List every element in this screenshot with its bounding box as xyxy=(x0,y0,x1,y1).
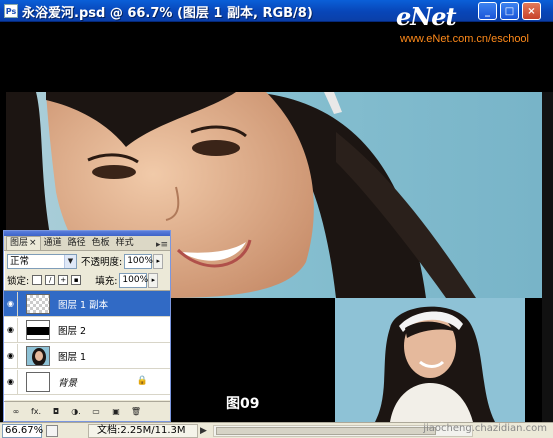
inset-drawing xyxy=(335,298,525,422)
photoshop-icon: Ps xyxy=(4,4,18,18)
status-bar: 66.67% 文档:2.25M/11.3M ▶ jiaocheng.chazid… xyxy=(0,422,553,438)
enet-logo: eNet xyxy=(396,2,457,31)
site-watermark: jiaocheng.chazidian.com xyxy=(423,423,547,434)
document-info: 文档:2.25M/11.3M xyxy=(88,423,198,438)
eye-icon[interactable]: ◉ xyxy=(4,291,18,316)
zoom-field[interactable]: 66.67% xyxy=(2,423,43,438)
tab-paths[interactable]: 路径 xyxy=(65,237,89,250)
layers-panel: 图层× 通道 路径 色板 样式 ▸≡ 正常 ▼ 不透明度: 100% ▸ 锁定:… xyxy=(3,230,171,422)
new-layer-icon[interactable]: ▣ xyxy=(108,405,124,419)
layer-name: 背景 xyxy=(58,377,78,389)
status-preview-icon[interactable] xyxy=(46,424,58,437)
lock-pixels-icon[interactable]: / xyxy=(45,275,56,285)
blend-mode-value: 正常 xyxy=(10,255,30,267)
figure-label: 图09 xyxy=(226,396,260,412)
fill-label: 填充: xyxy=(95,276,118,287)
layer-row[interactable]: ◉ 图层 1 副本 xyxy=(4,291,170,317)
layer-row[interactable]: ◉ 图层 1 xyxy=(4,343,170,369)
opacity-field[interactable]: 100% xyxy=(124,253,153,269)
eye-icon[interactable]: ◉ xyxy=(4,369,18,394)
vertical-scrollbar[interactable] xyxy=(542,92,553,422)
opacity-slider-button[interactable]: ▸ xyxy=(153,253,164,269)
layer-style-icon[interactable]: fx. xyxy=(28,405,44,419)
layer-thumbnail xyxy=(26,371,50,392)
new-group-icon[interactable]: ▭ xyxy=(88,405,104,419)
layer-name: 图层 1 副本 xyxy=(58,299,109,311)
layer-thumbnail xyxy=(26,293,50,314)
lock-all-icon[interactable]: ▪ xyxy=(71,275,82,285)
tab-swatches[interactable]: 色板 xyxy=(89,237,113,250)
link-layers-icon[interactable]: ∞ xyxy=(8,405,24,419)
lock-position-icon[interactable]: + xyxy=(58,275,69,285)
tab-styles[interactable]: 样式 xyxy=(113,237,137,250)
tab-close-icon[interactable]: × xyxy=(29,238,37,248)
chevron-down-icon: ▼ xyxy=(64,254,76,268)
panel-footer: ∞ fx. ◘ ◑. ▭ ▣ 🗑 xyxy=(4,401,170,421)
layer-mask-icon[interactable]: ◘ xyxy=(48,405,64,419)
layers-list: ◉ 图层 1 副本 ◉ 图层 2 ◉ 图层 1 ◉ 背景 🔒 xyxy=(4,290,170,400)
inset-portrait-photo xyxy=(335,298,525,422)
panel-menu-icon[interactable]: ▸≡ xyxy=(156,240,168,250)
status-menu-arrow[interactable]: ▶ xyxy=(200,426,207,436)
tab-channels[interactable]: 通道 xyxy=(41,237,65,250)
opacity-label: 不透明度: xyxy=(81,257,123,268)
blend-mode-select[interactable]: 正常 ▼ xyxy=(7,253,77,269)
layer-name: 图层 2 xyxy=(58,325,87,337)
minimize-button[interactable]: _ xyxy=(478,2,497,20)
watermark-url: www.eNet.com.cn/eschool xyxy=(400,33,529,45)
layer-thumbnail xyxy=(26,319,50,340)
maximize-button[interactable]: □ xyxy=(500,2,519,20)
lock-transparency-icon[interactable] xyxy=(32,275,43,285)
window-title: 永浴爱河.psd @ 66.7% (图层 1 副本, RGB/8) xyxy=(22,6,313,21)
lock-row: 锁定: / + ▪ 填充: 100% ▸ xyxy=(4,271,170,289)
eye-icon[interactable]: ◉ xyxy=(4,343,18,368)
lock-icon: 🔒 xyxy=(136,376,148,386)
fill-slider-button[interactable]: ▸ xyxy=(148,272,159,288)
lock-label: 锁定: xyxy=(7,276,30,287)
trash-icon[interactable]: 🗑 xyxy=(128,405,144,419)
eye-icon[interactable]: ◉ xyxy=(4,317,18,342)
close-button[interactable]: × xyxy=(522,2,541,20)
blend-row: 正常 ▼ 不透明度: 100% ▸ xyxy=(4,251,170,271)
layer-row[interactable]: ◉ 图层 2 xyxy=(4,317,170,343)
layer-name: 图层 1 xyxy=(58,351,87,363)
tab-layers[interactable]: 图层× xyxy=(6,236,41,250)
fill-field[interactable]: 100% xyxy=(119,272,148,288)
scroll-thumb[interactable] xyxy=(215,426,436,435)
adjustment-layer-icon[interactable]: ◑. xyxy=(68,405,84,419)
panel-tabs: 图层× 通道 路径 色板 样式 ▸≡ xyxy=(4,236,170,251)
title-bar: Ps 永浴爱河.psd @ 66.7% (图层 1 副本, RGB/8) _ □… xyxy=(0,0,553,22)
layer-row[interactable]: ◉ 背景 🔒 xyxy=(4,369,170,395)
layer-thumbnail xyxy=(26,345,50,366)
